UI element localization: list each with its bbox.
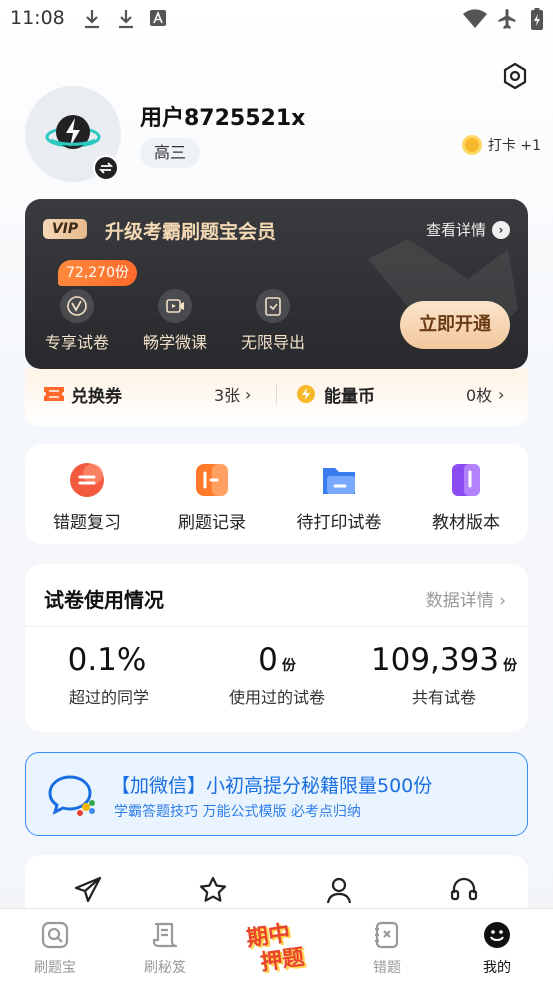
quick-action-label: 错题复习 [53,513,121,533]
username: 用户8725521x [140,106,306,131]
chevron-right-icon: › [498,384,505,404]
wrong-review-icon [67,460,107,500]
wechat-title: 【加微信】小初高提分秘籍限量500份 [111,775,433,797]
vip-badge: VIP [43,219,87,239]
stat-label: 共有试卷 [411,688,476,707]
tab-label: 我的 [483,960,511,976]
vip-card: VIP 升级考霸刷题宝会员 查看详情 › 72,270份 专享试卷 畅学微课 无… [25,199,528,369]
search-doc-icon [41,921,69,949]
stat-unit: 份 [503,658,518,674]
wechat-subtitle: 学霸答题技巧 万能公式模版 必考点归纳 [114,804,361,820]
divider [25,626,528,627]
energy-entry[interactable]: 能量币 0枚 › [296,369,516,419]
status-time: 11:08 [10,7,65,29]
v-badge-icon [60,289,94,323]
vip-feature-exclusive-papers[interactable]: 专享试卷 [35,289,119,353]
coupon-value: 3张 [214,386,241,405]
usage-card: 试卷使用情况 数据详情 › 0.1% 超过的同学 0份 使用过的试卷 109,3… [25,564,528,732]
vip-feature-label: 畅学微课 [142,333,207,352]
chevron-right-icon: › [245,384,252,404]
download-icon [85,10,99,29]
star-icon[interactable] [198,875,228,905]
ticket-icon [44,387,64,401]
divider [276,384,277,404]
user-icon[interactable] [324,875,354,905]
checkin-button[interactable]: 打卡 +1 [461,132,541,158]
grade-badge[interactable]: 高三 [140,138,201,168]
lightning-logo-icon [45,115,101,149]
wechat-chat-icon [48,775,95,816]
stat-beat-classmates: 0.1% 超过的同学 [25,642,193,708]
quick-action-label: 教材版本 [432,513,500,533]
smiley-icon [484,922,510,948]
stat-value: 109,393 [370,642,500,678]
status-bar: 11:08 [0,0,553,38]
tab-label: 错题 [373,960,401,976]
usage-title: 试卷使用情况 [44,588,164,612]
quick-action-label: 刷题记录 [178,513,246,533]
stat-total-papers: 109,393 份 共有试卷 [360,642,528,708]
vip-price-tag: 72,270份 [58,260,137,286]
vip-feature-unlimited-export[interactable]: 无限导出 [231,289,315,353]
scroll-icon [152,922,178,948]
energy-value: 0枚 [466,386,493,405]
switch-account-button[interactable] [93,155,119,181]
wifi-icon [463,9,487,28]
coupon-label: 兑换券 [71,386,122,407]
coupon-entry[interactable]: 兑换券 3张 › [43,369,263,419]
vip-detail-label: 查看详情 [425,221,486,239]
quick-action-wrong-review[interactable]: 错题复习 [32,460,142,533]
airplane-icon [498,9,516,29]
headset-icon[interactable] [449,875,479,905]
tab-wrong[interactable]: 错题 [347,919,427,977]
tab-label: 刷秘笈 [144,960,186,976]
print-folder-icon [319,460,359,500]
energy-label: 能量币 [324,386,375,407]
download-icon [119,10,133,29]
stat-value: 0.1% [67,642,147,678]
tab-label: 刷题宝 [34,960,76,976]
stat-value: 0 [258,642,278,678]
stat-label: 超过的同学 [68,688,149,707]
quick-action-label: 待打印试卷 [296,513,382,533]
vip-feature-label: 无限导出 [240,333,305,352]
wrong-book-icon [375,921,399,949]
settings-icon[interactable] [501,62,529,90]
coin-icon [461,135,482,155]
stat-unit: 份 [281,658,296,674]
tab-secrets[interactable]: 刷秘笈 [125,919,205,977]
export-icon [256,289,290,323]
midterm-line2: 押题 [258,945,306,976]
lightning-coin-icon [297,385,315,403]
practice-record-icon [192,460,232,500]
voucher-row: 兑换券 3张 › 能量币 0枚 › [25,369,528,427]
checkin-label: 打卡 +1 [487,138,541,154]
tab-mine[interactable]: 我的 [457,919,537,977]
video-icon [158,289,192,323]
usage-detail-link[interactable]: 数据详情 › [426,586,506,611]
swap-icon [99,162,113,174]
battery-charging-icon [531,8,543,30]
quick-action-print-papers[interactable]: 待打印试卷 [284,460,394,533]
vip-title: 升级考霸刷题宝会员 [105,221,277,243]
stat-used-papers: 0份 使用过的试卷 [193,642,361,708]
wechat-banner[interactable]: 【加微信】小初高提分秘籍限量500份 学霸答题技巧 万能公式模版 必考点归纳 [25,752,528,836]
chevron-right-icon: › [492,220,510,239]
quick-action-practice-record[interactable]: 刷题记录 [157,460,267,533]
quick-action-textbook-version[interactable]: 教材版本 [411,460,521,533]
vip-open-button[interactable]: 立即开通 [400,301,510,349]
paper-plane-icon[interactable] [73,875,103,905]
vip-feature-label: 专享试卷 [44,333,109,352]
vip-feature-micro-lessons[interactable]: 畅学微课 [133,289,217,353]
vip-detail-link[interactable]: 查看详情 › [426,219,510,240]
tab-home[interactable]: 刷题宝 [15,919,95,977]
stat-label: 使用过的试卷 [228,688,325,707]
font-a-icon [150,10,166,26]
tab-midterm[interactable]: 期中 押题 [242,914,312,976]
quick-actions-card: 错题复习 刷题记录 待打印试卷 教材版本 [25,444,528,544]
textbook-icon [446,460,486,500]
